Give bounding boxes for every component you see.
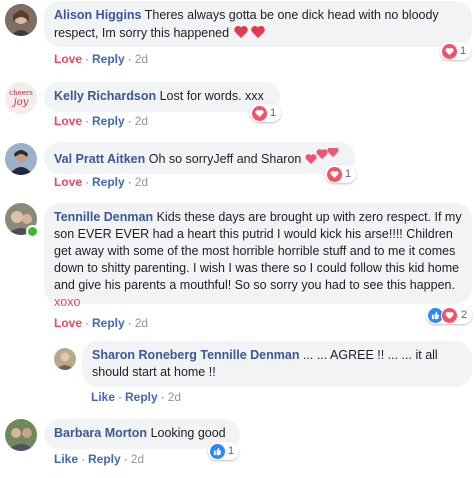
- like-button[interactable]: Like: [91, 390, 115, 404]
- online-status-badge: [26, 225, 39, 238]
- comment-author[interactable]: Val Pratt Aitken: [54, 152, 145, 166]
- reaction-count: 1: [460, 45, 467, 57]
- reaction-summary[interactable]: 1: [325, 165, 357, 183]
- comment: Alison Higgins Theres always gotta be on…: [0, 0, 475, 68]
- avatar[interactable]: [5, 419, 37, 451]
- comment-signoff: xoxo: [54, 295, 81, 309]
- like-reaction-icon: [210, 443, 225, 459]
- comment-bubble: Sharon Roneberg Tennille Denman ... ... …: [82, 341, 472, 387]
- timestamp[interactable]: 2d: [168, 390, 181, 404]
- reaction-summary[interactable]: 2: [426, 306, 473, 324]
- timestamp[interactable]: 2d: [135, 52, 148, 66]
- comment-bubble: Tennille Denman Kids these days are brou…: [44, 203, 472, 309]
- comment-actions: Love · Reply · 2d: [54, 114, 149, 128]
- comment-text: Lost for words. xxx: [159, 89, 264, 103]
- reaction-summary[interactable]: 1: [208, 442, 240, 460]
- love-reaction-icon: [327, 166, 342, 182]
- love-button[interactable]: Love: [54, 175, 82, 189]
- love-reaction-icon: [441, 306, 458, 324]
- reply-button[interactable]: Reply: [92, 114, 125, 128]
- avatar-photo-icon: [5, 419, 37, 451]
- comment-author[interactable]: Sharon Roneberg: [92, 348, 197, 362]
- reply-button[interactable]: Reply: [125, 390, 158, 404]
- comment-actions: Love · Reply · 2d: [54, 316, 149, 330]
- reaction-count: 2: [461, 309, 468, 321]
- avatar-photo-icon: [5, 143, 37, 175]
- comment-actions: Like · Reply · 2d: [91, 390, 182, 404]
- comment-text: Oh so sorryJeff and Sharon: [148, 152, 302, 166]
- timestamp[interactable]: 2d: [135, 316, 148, 330]
- love-button[interactable]: Love: [54, 316, 82, 330]
- avatar[interactable]: cheers joy: [5, 82, 37, 114]
- comment-bubble: Kelly Richardson Lost for words. xxx: [44, 82, 280, 112]
- comment: Val Pratt Aitken Oh so sorryJeff and Sha…: [0, 139, 475, 191]
- red-heart-icon: [233, 24, 267, 45]
- tagged-user-link[interactable]: Tennille Denman: [200, 348, 299, 362]
- like-button[interactable]: Like: [54, 452, 78, 466]
- reaction-count: 1: [345, 168, 352, 180]
- love-reaction-icon: [252, 105, 267, 121]
- comment-bubble: Val Pratt Aitken Oh so sorryJeff and Sha…: [44, 142, 355, 174]
- comment: Barbara Morton Looking good 1 Like · Reply…: [0, 416, 475, 476]
- comment-actions: Love · Reply · 2d: [54, 175, 149, 189]
- comment-text: Looking good: [150, 426, 226, 440]
- reply-comment: Sharon Roneberg Tennille Denman ... ... …: [0, 338, 475, 410]
- comment-author[interactable]: Barbara Morton: [54, 426, 147, 440]
- avatar-photo-icon: [54, 348, 76, 370]
- timestamp[interactable]: 2d: [135, 114, 148, 128]
- reply-button[interactable]: Reply: [88, 452, 121, 466]
- reaction-count: 1: [228, 445, 235, 457]
- reaction-summary[interactable]: 1: [250, 104, 282, 122]
- avatar[interactable]: [54, 348, 76, 370]
- reply-button[interactable]: Reply: [92, 175, 125, 189]
- love-reaction-icon: [442, 43, 457, 59]
- reaction-summary[interactable]: 1: [440, 42, 472, 60]
- comment-bubble: Alison Higgins Theres always gotta be on…: [44, 1, 472, 47]
- avatar[interactable]: [5, 143, 37, 175]
- comment-author[interactable]: Alison Higgins: [54, 8, 142, 22]
- reply-button[interactable]: Reply: [92, 316, 125, 330]
- comment-actions: Love · Reply · 2d: [54, 52, 149, 66]
- comment: Tennille Denman Kids these days are brou…: [0, 200, 475, 332]
- reaction-count: 1: [270, 107, 277, 119]
- reply-button[interactable]: Reply: [92, 52, 125, 66]
- love-button[interactable]: Love: [54, 114, 82, 128]
- comment-actions: Like · Reply · 2d: [54, 452, 145, 466]
- comment-author[interactable]: Tennille Denman: [54, 210, 153, 224]
- comment: cheers joy Kelly Richardson Lost for wor…: [0, 78, 475, 130]
- comment-author[interactable]: Kelly Richardson: [54, 89, 156, 103]
- avatar[interactable]: [5, 4, 37, 36]
- timestamp[interactable]: 2d: [131, 452, 144, 466]
- avatar-photo-icon: [5, 4, 37, 36]
- love-button[interactable]: Love: [54, 52, 82, 66]
- timestamp[interactable]: 2d: [135, 175, 148, 189]
- avatar-text: joy: [13, 97, 29, 108]
